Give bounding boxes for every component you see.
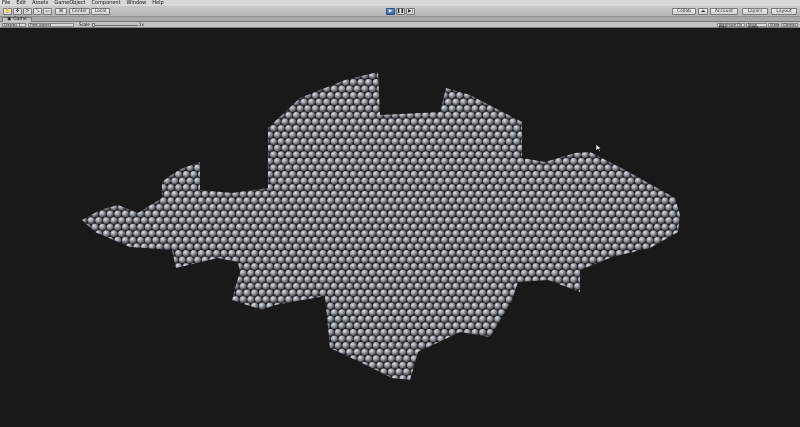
aspect-dropdown[interactable]: Free Aspect [28,23,74,27]
extra-tool-icon[interactable]: ⊞ [55,8,67,15]
account-dropdown[interactable]: Account [710,8,738,15]
collab-button[interactable]: Collab [672,8,696,15]
move-tool-icon[interactable]: ✥ [13,8,22,15]
pause-button[interactable]: ❚❚ [396,8,405,15]
mouse-cursor-icon [596,144,602,152]
rotate-tool-icon[interactable]: ⟳ [23,8,32,15]
mute-audio-toggle[interactable]: Mute Audio [746,23,767,29]
maximize-on-play-toggle[interactable]: Maximize On Play [717,23,745,29]
play-button[interactable]: ▶ [386,8,395,15]
step-button[interactable]: ▶| [406,8,415,15]
cloud-icon[interactable]: ☁ [698,8,708,15]
pivot-toggle-button[interactable]: Center [69,8,90,15]
scale-slider[interactable] [92,24,138,26]
sphere-cluster [82,72,680,380]
rect-tool-icon[interactable]: ▭ [43,8,52,15]
hand-tool-icon[interactable]: ✋ [3,8,12,15]
scale-slider-knob[interactable] [92,23,95,27]
stats-toggle[interactable]: Stats [768,23,779,27]
layers-dropdown[interactable]: Layers [742,8,768,15]
toolbar: ✋ ✥ ⟳ ⤡ ▭ ⊞ Center Local ▶ ❚❚ ▶| Collab … [0,6,800,17]
scale-tool-icon[interactable]: ⤡ [33,8,42,15]
game-viewport[interactable] [0,28,800,425]
display-dropdown[interactable]: Display 1 [2,23,26,27]
space-toggle-button[interactable]: Local [91,8,110,15]
layout-dropdown[interactable]: Layout [771,8,797,15]
gizmos-dropdown[interactable]: Gizmos [781,23,798,27]
sphere-grid-scene [82,72,680,380]
